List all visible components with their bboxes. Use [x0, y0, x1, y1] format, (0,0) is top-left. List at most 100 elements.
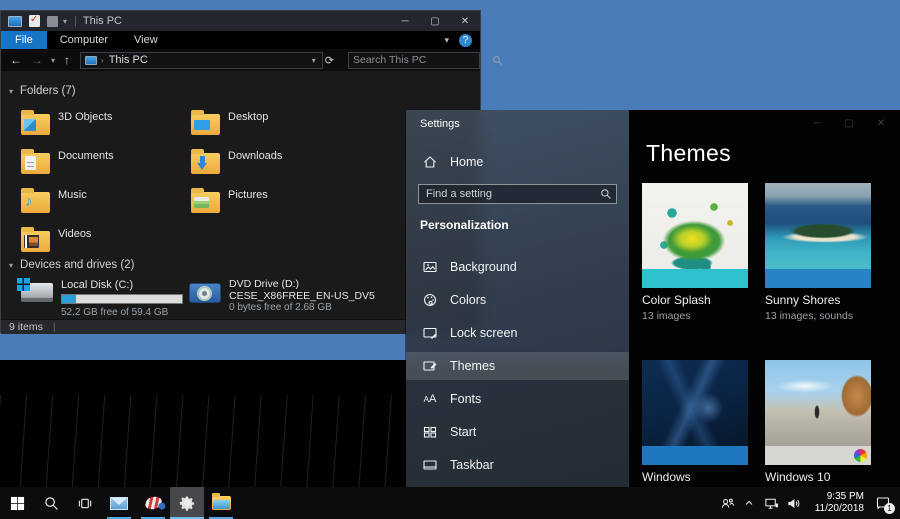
- theme-thumbnail: [765, 183, 871, 288]
- sidebar-item-colors[interactable]: Colors: [406, 286, 629, 314]
- properties-icon[interactable]: [29, 15, 40, 27]
- help-icon[interactable]: ?: [459, 34, 472, 47]
- folder-icon: [21, 153, 50, 174]
- palette-icon: [422, 292, 438, 308]
- navigation-bar: ← → ▾ ↑ › This PC ▾ ⟳: [1, 49, 480, 71]
- taskbar-app-button[interactable]: [136, 487, 170, 519]
- sidebar-item-start[interactable]: Start: [406, 418, 629, 446]
- sidebar-item-themes[interactable]: Themes: [406, 352, 629, 380]
- page-title: Themes: [646, 140, 731, 167]
- notification-badge: 1: [884, 503, 895, 514]
- taskbar: 9:35 PM 11/20/2018 1: [0, 487, 900, 519]
- sidebar-item-lock-screen[interactable]: Lock screen: [406, 319, 629, 347]
- address-dropdown-icon[interactable]: ▾: [312, 56, 316, 65]
- hidden-icons-chevron-icon[interactable]: [738, 487, 760, 519]
- start-button[interactable]: [0, 487, 34, 519]
- explorer-search-input[interactable]: [349, 54, 492, 66]
- up-button[interactable]: ↑: [64, 53, 70, 67]
- folder-tile-desktop[interactable]: Desktop: [191, 107, 353, 143]
- lock-screen-icon: [422, 325, 438, 341]
- theme-thumbnail: [642, 360, 748, 465]
- group-header-folders[interactable]: ▾Folders (7): [9, 85, 76, 97]
- sidebar-item-home[interactable]: Home: [406, 148, 629, 176]
- settings-search-box[interactable]: [418, 184, 617, 204]
- close-button[interactable]: ✕: [865, 114, 897, 132]
- sidebar-item-taskbar[interactable]: Taskbar: [406, 451, 629, 479]
- windows-logo-icon: [10, 496, 25, 511]
- folder-icon: [191, 192, 220, 213]
- tab-computer[interactable]: Computer: [47, 31, 121, 49]
- explorer-search-box[interactable]: [348, 52, 480, 69]
- task-view-button[interactable]: [68, 487, 102, 519]
- search-icon[interactable]: [600, 188, 612, 200]
- qat-separator: |: [74, 15, 77, 27]
- music-note-icon: ♪: [25, 193, 33, 210]
- cube-icon: [24, 119, 36, 131]
- folder-tile-downloads[interactable]: Downloads: [191, 146, 353, 182]
- theme-thumbnail: [642, 183, 748, 288]
- recent-locations-chevron-icon[interactable]: ▾: [51, 56, 55, 65]
- people-icon[interactable]: [716, 487, 738, 519]
- new-folder-icon[interactable]: [47, 16, 58, 27]
- theme-card-color-splash[interactable]: Color Splash 13 images: [642, 183, 748, 322]
- capacity-bar: [61, 294, 183, 304]
- sidebar-item-background[interactable]: Background: [406, 253, 629, 281]
- folder-tile-pictures[interactable]: Pictures: [191, 185, 353, 221]
- theme-card-windows[interactable]: Windows: [642, 360, 748, 484]
- minimize-button[interactable]: ─: [801, 114, 833, 132]
- app-icon: [143, 495, 163, 512]
- document-icon: [25, 156, 36, 170]
- settings-search-input[interactable]: [419, 188, 600, 200]
- windows-flag-icon: [17, 278, 30, 291]
- address-this-pc-icon: [85, 56, 97, 65]
- qat-customize-chevron-icon[interactable]: ▾: [63, 17, 67, 26]
- theme-card-windows-10[interactable]: Windows 10: [765, 360, 871, 484]
- image-icon: [422, 259, 438, 275]
- group-header-devices[interactable]: ▾Devices and drives (2): [9, 259, 134, 271]
- search-icon: [44, 496, 59, 511]
- group-collapse-icon[interactable]: ▾: [9, 87, 13, 96]
- search-icon[interactable]: [492, 55, 503, 66]
- volume-icon[interactable]: [782, 487, 804, 519]
- minimize-button[interactable]: ─: [390, 11, 420, 31]
- folder-tile-music[interactable]: ♪ Music: [21, 185, 183, 221]
- desktop: ▾ | This PC ─ ▢ ✕ File Computer View ▾ ?…: [0, 0, 900, 519]
- mail-icon: [110, 497, 128, 510]
- ribbon-collapse-icon[interactable]: ▾: [444, 35, 449, 46]
- theme-thumbnail: [765, 360, 871, 465]
- address-bar[interactable]: › This PC ▾: [80, 52, 323, 69]
- tab-file[interactable]: File: [1, 31, 47, 49]
- tab-view[interactable]: View: [121, 31, 171, 49]
- brush-icon: [422, 358, 438, 374]
- folder-icon: [21, 114, 50, 135]
- maximize-button[interactable]: ▢: [420, 11, 450, 31]
- taskbar-file-explorer-button[interactable]: [204, 487, 238, 519]
- window-title: This PC: [83, 15, 122, 27]
- explorer-titlebar[interactable]: ▾ | This PC ─ ▢ ✕: [1, 11, 480, 31]
- folder-tile-3d-objects[interactable]: 3D Objects: [21, 107, 183, 143]
- drive-tile-local-disk[interactable]: Local Disk (C:) 52.2 GB free of 59.4 GB: [19, 275, 183, 318]
- sidebar-item-fonts[interactable]: AA Fonts: [406, 385, 629, 413]
- settings-window: Settings Home Personalization: [405, 110, 900, 487]
- group-collapse-icon[interactable]: ▾: [9, 261, 13, 270]
- breadcrumb[interactable]: This PC: [109, 54, 148, 66]
- taskbar-search-button[interactable]: [34, 487, 68, 519]
- drive-tile-dvd[interactable]: DVD Drive (D:) CESE_X86FREE_EN-US_DV5 0 …: [189, 275, 375, 314]
- maximize-button[interactable]: ▢: [833, 114, 865, 132]
- close-button[interactable]: ✕: [450, 11, 480, 31]
- folder-tile-videos[interactable]: Videos: [21, 224, 183, 260]
- taskbar-icon: [422, 457, 438, 473]
- settings-main: ─ ▢ ✕ Themes Color Splash 13 images Sunn…: [629, 110, 900, 487]
- back-button[interactable]: ←: [10, 53, 22, 67]
- network-icon[interactable]: [760, 487, 782, 519]
- taskbar-clock[interactable]: 9:35 PM 11/20/2018: [804, 491, 866, 515]
- taskbar-settings-button[interactable]: [170, 487, 204, 519]
- refresh-icon[interactable]: ⟳: [325, 54, 334, 67]
- action-center-button[interactable]: 1: [866, 487, 900, 519]
- item-count: 9 items: [9, 321, 43, 333]
- theme-card-sunny-shores[interactable]: Sunny Shores 13 images, sounds: [765, 183, 871, 322]
- taskbar-mail-button[interactable]: [102, 487, 136, 519]
- folder-tile-documents[interactable]: Documents: [21, 146, 183, 182]
- forward-button[interactable]: →: [31, 53, 43, 67]
- breadcrumb-separator: ›: [101, 56, 104, 65]
